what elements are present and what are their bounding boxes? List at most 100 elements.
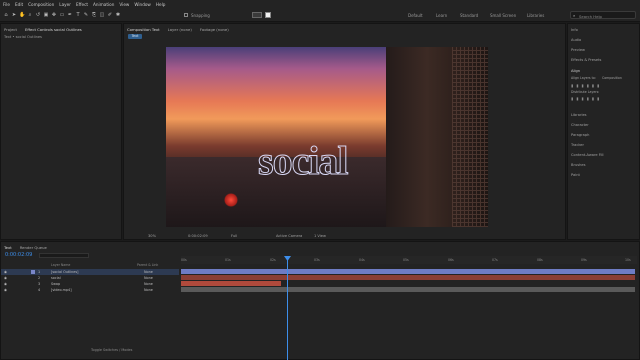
- layer-name[interactable]: [social Outlines]: [51, 270, 78, 274]
- timeline-tabs: Text Render Queue: [1, 243, 47, 251]
- view-layout-select[interactable]: 1 View: [314, 234, 326, 238]
- hand-tool-icon[interactable]: ✋: [19, 12, 25, 18]
- panel-paint[interactable]: Paint: [571, 173, 580, 177]
- layer-parent-select[interactable]: None: [144, 270, 153, 274]
- panel-effects-presets[interactable]: Effects & Presets: [571, 58, 601, 62]
- layer-parent-select[interactable]: None: [144, 282, 153, 286]
- align-to-select[interactable]: Composition: [602, 76, 622, 80]
- rotate-tool-icon[interactable]: ↺: [35, 12, 41, 18]
- tab-project[interactable]: Project: [4, 27, 17, 32]
- col-parent: Parent & Link: [137, 263, 159, 267]
- clone-tool-icon[interactable]: ⎘: [91, 12, 97, 18]
- puppet-tool-icon[interactable]: ✱: [115, 12, 121, 18]
- camera-tool-icon[interactable]: ▣: [43, 12, 49, 18]
- ruler-tick: 03s: [314, 258, 320, 262]
- workspace-standard[interactable]: Standard: [460, 13, 478, 18]
- snapping-checkbox[interactable]: [184, 13, 188, 17]
- camera-select[interactable]: Active Camera: [276, 234, 302, 238]
- fill-swatch[interactable]: [252, 12, 262, 18]
- menu-bar: File Edit Composition Layer Effect Anima…: [0, 0, 640, 9]
- composition-tabs: Composition Text Layer (none) Footage (n…: [124, 25, 229, 33]
- stroke-swatch[interactable]: [265, 12, 271, 18]
- selection-tool-icon[interactable]: ➤: [11, 12, 17, 18]
- search-help-placeholder: Search Help: [579, 13, 602, 19]
- layer-parent-select[interactable]: None: [144, 288, 153, 292]
- eye-icon[interactable]: ◉: [4, 282, 7, 286]
- ruler-tick: 01s: [225, 258, 231, 262]
- tab-composition[interactable]: Composition Text: [127, 27, 160, 32]
- menu-animation[interactable]: Animation: [93, 2, 114, 7]
- panel-audio[interactable]: Audio: [571, 38, 581, 42]
- panel-align[interactable]: Align: [571, 69, 580, 73]
- social-outline-text[interactable]: social: [258, 140, 350, 181]
- tab-render-queue[interactable]: Render Queue: [20, 245, 47, 250]
- resolution-select[interactable]: Full: [231, 234, 237, 238]
- panel-preview[interactable]: Preview: [571, 48, 585, 52]
- time-ruler[interactable]: 00s 01s 02s 03s 04s 05s 06s 07s 08s 09s …: [181, 256, 637, 264]
- menu-composition[interactable]: Composition: [28, 2, 54, 7]
- roto-brush-icon[interactable]: ✐: [107, 12, 113, 18]
- menu-layer[interactable]: Layer: [59, 2, 71, 7]
- align-buttons[interactable]: ▮▮▮▮▮▮: [571, 83, 602, 88]
- pan-behind-tool-icon[interactable]: ✥: [51, 12, 57, 18]
- workspace-learn[interactable]: Learn: [436, 13, 447, 18]
- layer-name[interactable]: Swap: [51, 282, 60, 286]
- pen-tool-icon[interactable]: ✒: [67, 12, 73, 18]
- tab-effect-controls[interactable]: Effect Controls social Outlines: [25, 27, 82, 32]
- panel-tracker[interactable]: Tracker: [571, 143, 584, 147]
- ruler-tick: 00s: [181, 258, 187, 262]
- layer-name[interactable]: [video.mp4]: [51, 288, 72, 292]
- composition-footer: 30% 0:00:02:09 Full Active Camera 1 View: [124, 232, 567, 240]
- panel-character[interactable]: Character: [571, 123, 589, 127]
- layer-bar-outlines[interactable]: [181, 269, 635, 274]
- eye-icon[interactable]: ◉: [4, 288, 7, 292]
- ruler-tick: 02s: [270, 258, 276, 262]
- layer-number: 3: [38, 282, 41, 286]
- panel-libraries[interactable]: Libraries: [571, 113, 587, 117]
- toggle-switches-modes[interactable]: Toggle Switches / Modes: [91, 348, 132, 352]
- layer-number: 1: [38, 270, 41, 274]
- timeline-timecode[interactable]: 0:00:02:09: [5, 252, 32, 258]
- menu-view[interactable]: View: [119, 2, 129, 7]
- search-help-box[interactable]: ⌕ Search Help: [570, 11, 636, 19]
- eye-icon[interactable]: ◉: [4, 276, 7, 280]
- menu-window[interactable]: Window: [134, 2, 151, 7]
- menu-edit[interactable]: Edit: [15, 2, 23, 7]
- workspace-small-screen[interactable]: Small Screen: [490, 13, 516, 18]
- rectangle-tool-icon[interactable]: ▭: [59, 12, 65, 18]
- menu-file[interactable]: File: [3, 2, 10, 7]
- layer-row[interactable]: ◉ 4 [video.mp4] None: [1, 287, 179, 293]
- panel-info[interactable]: Info: [571, 28, 578, 32]
- tab-timeline-text[interactable]: Text: [4, 245, 12, 250]
- comp-text-button[interactable]: Text: [128, 34, 142, 39]
- layer-parent-select[interactable]: None: [144, 276, 153, 280]
- label-color-swatch[interactable]: [31, 270, 35, 274]
- type-tool-icon[interactable]: T: [75, 12, 81, 18]
- eye-icon[interactable]: ◉: [4, 270, 7, 274]
- workspace-default[interactable]: Default: [408, 13, 423, 18]
- zoom-level[interactable]: 30%: [148, 234, 156, 238]
- layer-name[interactable]: social: [51, 276, 61, 280]
- composition-viewer[interactable]: social: [166, 47, 488, 227]
- panel-brushes[interactable]: Brushes: [571, 163, 585, 167]
- menu-help[interactable]: Help: [156, 2, 166, 7]
- right-panel: Info Audio Preview Effects & Presets Ali…: [567, 23, 640, 240]
- timeline-search-input[interactable]: [39, 253, 89, 258]
- brush-tool-icon[interactable]: ✎: [83, 12, 89, 18]
- ruler-tick: 06s: [448, 258, 454, 262]
- distribute-buttons[interactable]: ▮▮▮▮▮▮: [571, 96, 602, 101]
- layer-bar-video[interactable]: [181, 287, 635, 292]
- tab-footage[interactable]: Footage (none): [200, 27, 229, 32]
- home-icon[interactable]: ⌂: [3, 12, 9, 18]
- zoom-tool-icon[interactable]: ⌕: [27, 12, 33, 18]
- current-time[interactable]: 0:00:02:09: [188, 234, 208, 238]
- eraser-tool-icon[interactable]: ◫: [99, 12, 105, 18]
- layer-bar-social[interactable]: [181, 275, 635, 280]
- playhead[interactable]: [287, 256, 288, 360]
- layer-bar-swap[interactable]: [181, 281, 281, 286]
- panel-content-aware-fill[interactable]: Content-Aware Fill: [571, 153, 604, 157]
- menu-effect[interactable]: Effect: [76, 2, 88, 7]
- tab-layer[interactable]: Layer (none): [168, 27, 192, 32]
- panel-paragraph[interactable]: Paragraph: [571, 133, 589, 137]
- workspace-libraries[interactable]: Libraries: [527, 13, 544, 18]
